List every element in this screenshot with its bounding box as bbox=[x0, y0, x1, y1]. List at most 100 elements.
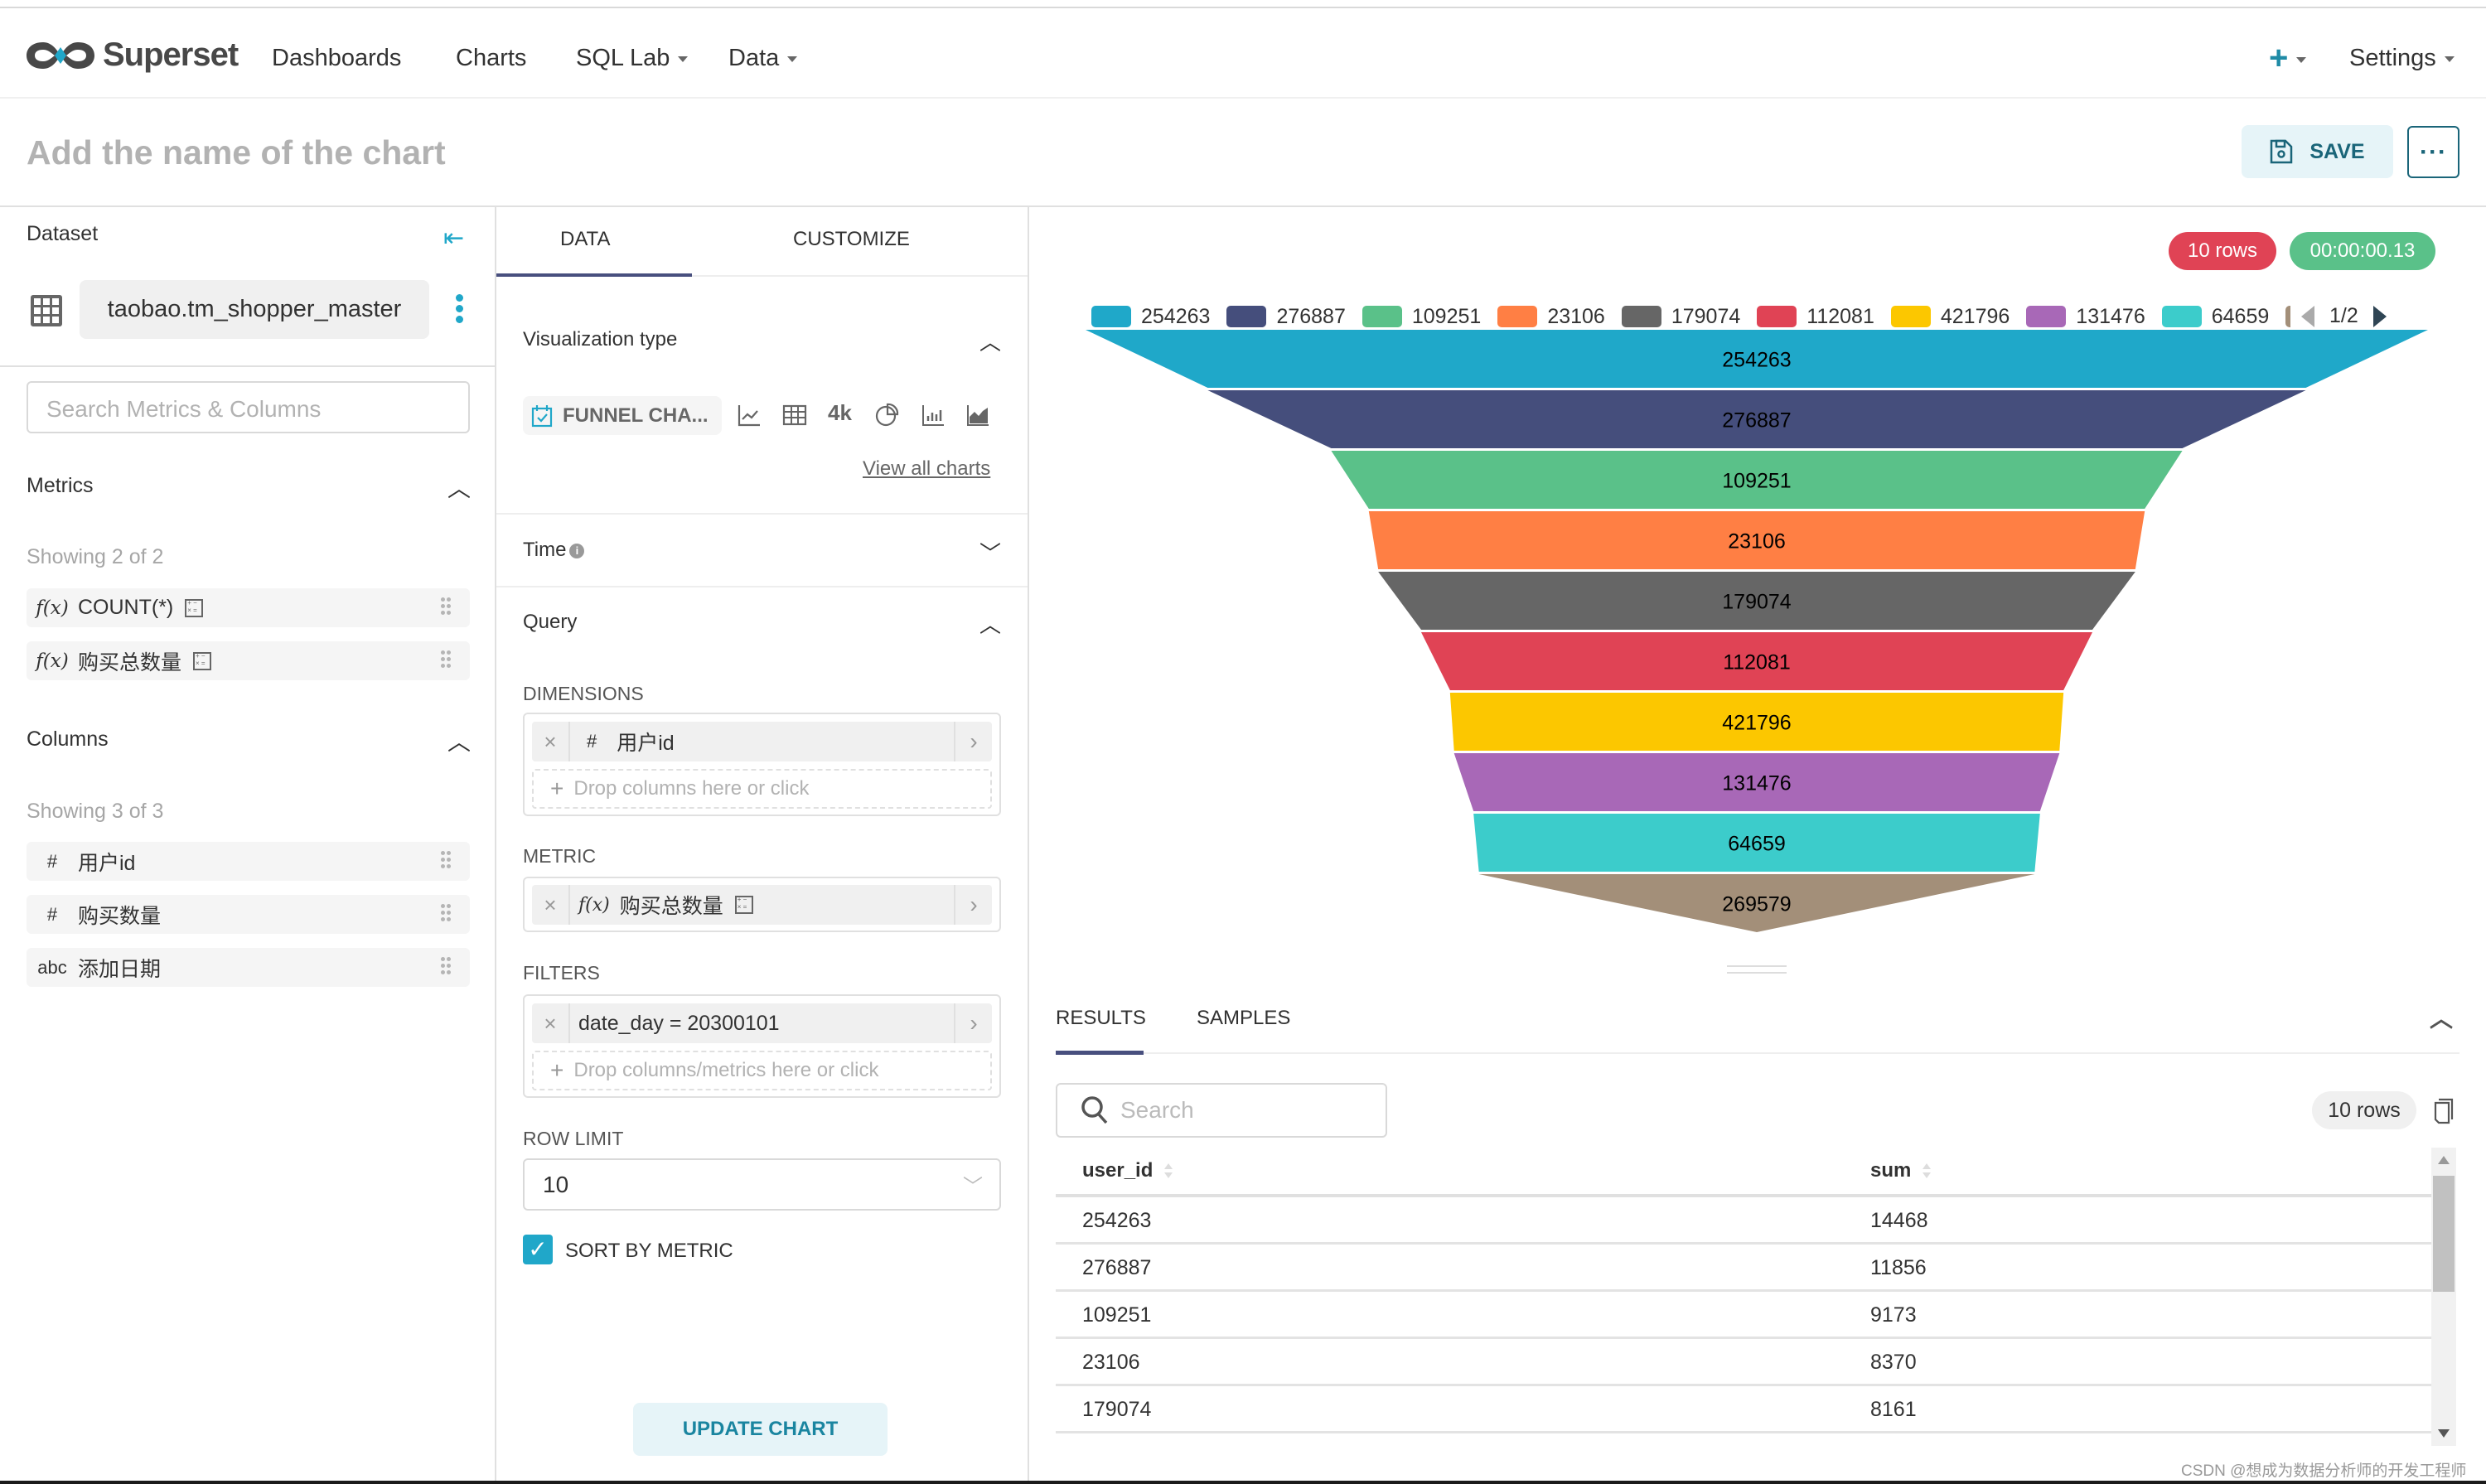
table-icon[interactable] bbox=[782, 403, 807, 428]
filters-dropzone[interactable]: + Drop columns/metrics here or click bbox=[532, 1051, 992, 1090]
chevron-right-icon[interactable]: › bbox=[954, 885, 992, 925]
update-chart-button[interactable]: UPDATE CHART bbox=[633, 1403, 888, 1456]
sort-by-metric-label: SORT BY METRIC bbox=[565, 1240, 733, 1262]
save-button[interactable]: SAVE bbox=[2242, 125, 2393, 178]
drag-handle-icon[interactable] bbox=[440, 650, 452, 671]
nav-dashboards[interactable]: Dashboards bbox=[272, 45, 401, 72]
column-item[interactable]: abc 添加日期 bbox=[27, 948, 470, 987]
viz-type-selected[interactable]: FUNNEL CHA... bbox=[523, 396, 722, 435]
funnel-segment[interactable] bbox=[1453, 753, 2060, 811]
sort-icon[interactable] bbox=[1923, 1163, 1932, 1178]
superset-logo[interactable]: Superset bbox=[25, 36, 239, 74]
copy-icon[interactable] bbox=[2434, 1098, 2454, 1124]
table-row: 23106 8370 bbox=[1056, 1339, 2431, 1386]
legend-item[interactable]: 109251 bbox=[1361, 305, 1481, 329]
funnel-segment[interactable] bbox=[1207, 390, 2306, 448]
funnel-segment-label: 254263 bbox=[1722, 349, 1791, 372]
funnel-segment[interactable] bbox=[1086, 330, 2428, 388]
metric-chip[interactable]: × f(x) 购买总数量 › bbox=[532, 885, 992, 925]
scroll-up-icon[interactable] bbox=[2438, 1156, 2450, 1164]
sort-icon[interactable] bbox=[1164, 1163, 1173, 1178]
drag-handle-icon[interactable] bbox=[440, 903, 452, 925]
view-all-charts-link[interactable]: View all charts bbox=[863, 457, 990, 481]
legend-item[interactable]: 23106 bbox=[1497, 305, 1605, 329]
time-section[interactable]: Time i bbox=[523, 539, 585, 562]
chevron-up-icon[interactable]: ︿ bbox=[2430, 1001, 2453, 1034]
legend-item[interactable]: 254263 bbox=[1091, 305, 1210, 329]
results-search-input[interactable]: Search bbox=[1056, 1083, 1387, 1138]
search-metrics-columns-input[interactable]: Search Metrics & Columns bbox=[27, 381, 470, 433]
tab-results[interactable]: RESULTS bbox=[1056, 1007, 1146, 1030]
tab-customize[interactable]: CUSTOMIZE bbox=[793, 228, 910, 251]
sort-by-metric-checkbox[interactable]: ✓ bbox=[523, 1235, 553, 1264]
legend-item[interactable]: 276887 bbox=[1226, 305, 1346, 329]
funnel-segment[interactable] bbox=[1368, 511, 2145, 569]
chevron-down-icon[interactable]: ﹀ bbox=[979, 537, 1001, 568]
filter-chip[interactable]: × date_day = 20300101 › bbox=[532, 1003, 992, 1043]
funnel-segment[interactable] bbox=[1449, 693, 2064, 751]
function-icon: f(x) bbox=[578, 894, 610, 916]
column-item[interactable]: # 购买数量 bbox=[27, 895, 470, 934]
chart-title-input[interactable]: Add the name of the chart bbox=[27, 133, 446, 172]
nav-sql-lab-label: SQL Lab bbox=[576, 45, 670, 71]
remove-icon[interactable]: × bbox=[532, 885, 570, 925]
legend-item[interactable]: 421796 bbox=[1890, 305, 2010, 329]
chevron-right-icon[interactable]: › bbox=[954, 1003, 992, 1043]
remove-icon[interactable]: × bbox=[532, 1003, 570, 1043]
info-icon[interactable]: i bbox=[569, 544, 585, 558]
funnel-segment[interactable] bbox=[1473, 814, 2040, 872]
tab-samples[interactable]: SAMPLES bbox=[1197, 1007, 1290, 1030]
settings-menu[interactable]: Settings bbox=[2349, 45, 2455, 72]
chevron-up-icon[interactable]: ︿ bbox=[447, 724, 471, 757]
dataset-selector[interactable]: taobao.tm_shopper_master bbox=[80, 280, 429, 339]
big-number-icon[interactable]: 4k bbox=[828, 400, 861, 425]
cell-sum: 8161 bbox=[1870, 1398, 1917, 1421]
chevron-up-icon[interactable]: ︿ bbox=[979, 326, 1001, 356]
funnel-segment[interactable] bbox=[1378, 572, 2135, 630]
calculator-icon bbox=[193, 651, 212, 670]
funnel-segment[interactable] bbox=[1478, 874, 2035, 932]
bar-chart-icon[interactable] bbox=[921, 403, 946, 428]
resize-handle[interactable] bbox=[1727, 965, 1787, 974]
nav-data[interactable]: Data bbox=[728, 45, 798, 72]
dimension-chip[interactable]: × # 用户id › bbox=[532, 722, 992, 761]
dataset-menu-icon[interactable] bbox=[456, 294, 464, 327]
funnel-segment[interactable] bbox=[1421, 632, 2092, 690]
column-header-sum[interactable]: sum bbox=[1870, 1148, 1932, 1194]
line-chart-icon[interactable] bbox=[737, 403, 762, 428]
legend-item[interactable]: 112081 bbox=[1757, 305, 1874, 329]
numeric-type-icon: # bbox=[46, 850, 58, 872]
chevron-right-icon[interactable]: › bbox=[954, 722, 992, 761]
column-item[interactable]: # 用户id bbox=[27, 842, 470, 881]
new-menu-button[interactable]: + bbox=[2269, 40, 2307, 77]
chevron-up-icon[interactable]: ︿ bbox=[447, 471, 471, 504]
scroll-down-icon[interactable] bbox=[2438, 1429, 2450, 1438]
area-chart-icon[interactable] bbox=[965, 403, 990, 428]
legend-prev-icon[interactable] bbox=[2301, 305, 2314, 327]
legend-next-icon[interactable] bbox=[2372, 305, 2387, 327]
metric-item[interactable]: f(x) 购买总数量 bbox=[27, 641, 470, 680]
row-limit-select[interactable]: 10 ﹀ bbox=[523, 1158, 1001, 1211]
control-panel: DATA CUSTOMIZE Visualization type ︿ FUNN… bbox=[496, 207, 1029, 1484]
drag-handle-icon[interactable] bbox=[440, 956, 452, 978]
funnel-segment[interactable] bbox=[1331, 451, 2183, 509]
scrollbar-thumb[interactable] bbox=[2433, 1176, 2455, 1292]
chevron-up-icon[interactable]: ︿ bbox=[979, 608, 1001, 639]
dimensions-dropzone[interactable]: + Drop columns here or click bbox=[532, 769, 992, 809]
legend-item[interactable]: 179074 bbox=[1621, 305, 1740, 329]
table-scrollbar[interactable] bbox=[2431, 1148, 2456, 1446]
funnel-segment-label: 23106 bbox=[1728, 530, 1786, 553]
legend-item[interactable]: 131476 bbox=[2026, 305, 2145, 329]
tab-data[interactable]: DATA bbox=[560, 228, 610, 251]
remove-icon[interactable]: × bbox=[532, 722, 570, 761]
nav-sql-lab[interactable]: SQL Lab bbox=[576, 45, 689, 72]
column-header-user-id[interactable]: user_id bbox=[1082, 1148, 1173, 1194]
drag-handle-icon[interactable] bbox=[440, 850, 452, 872]
nav-charts[interactable]: Charts bbox=[456, 45, 526, 72]
metric-item[interactable]: f(x) COUNT(*) bbox=[27, 588, 470, 627]
collapse-panel-icon[interactable]: ⇤ bbox=[443, 224, 464, 253]
pie-chart-icon[interactable] bbox=[874, 403, 899, 428]
more-options-button[interactable]: ··· bbox=[2407, 126, 2459, 178]
legend-item[interactable]: 64659 bbox=[2161, 305, 2269, 329]
drag-handle-icon[interactable] bbox=[440, 597, 452, 618]
